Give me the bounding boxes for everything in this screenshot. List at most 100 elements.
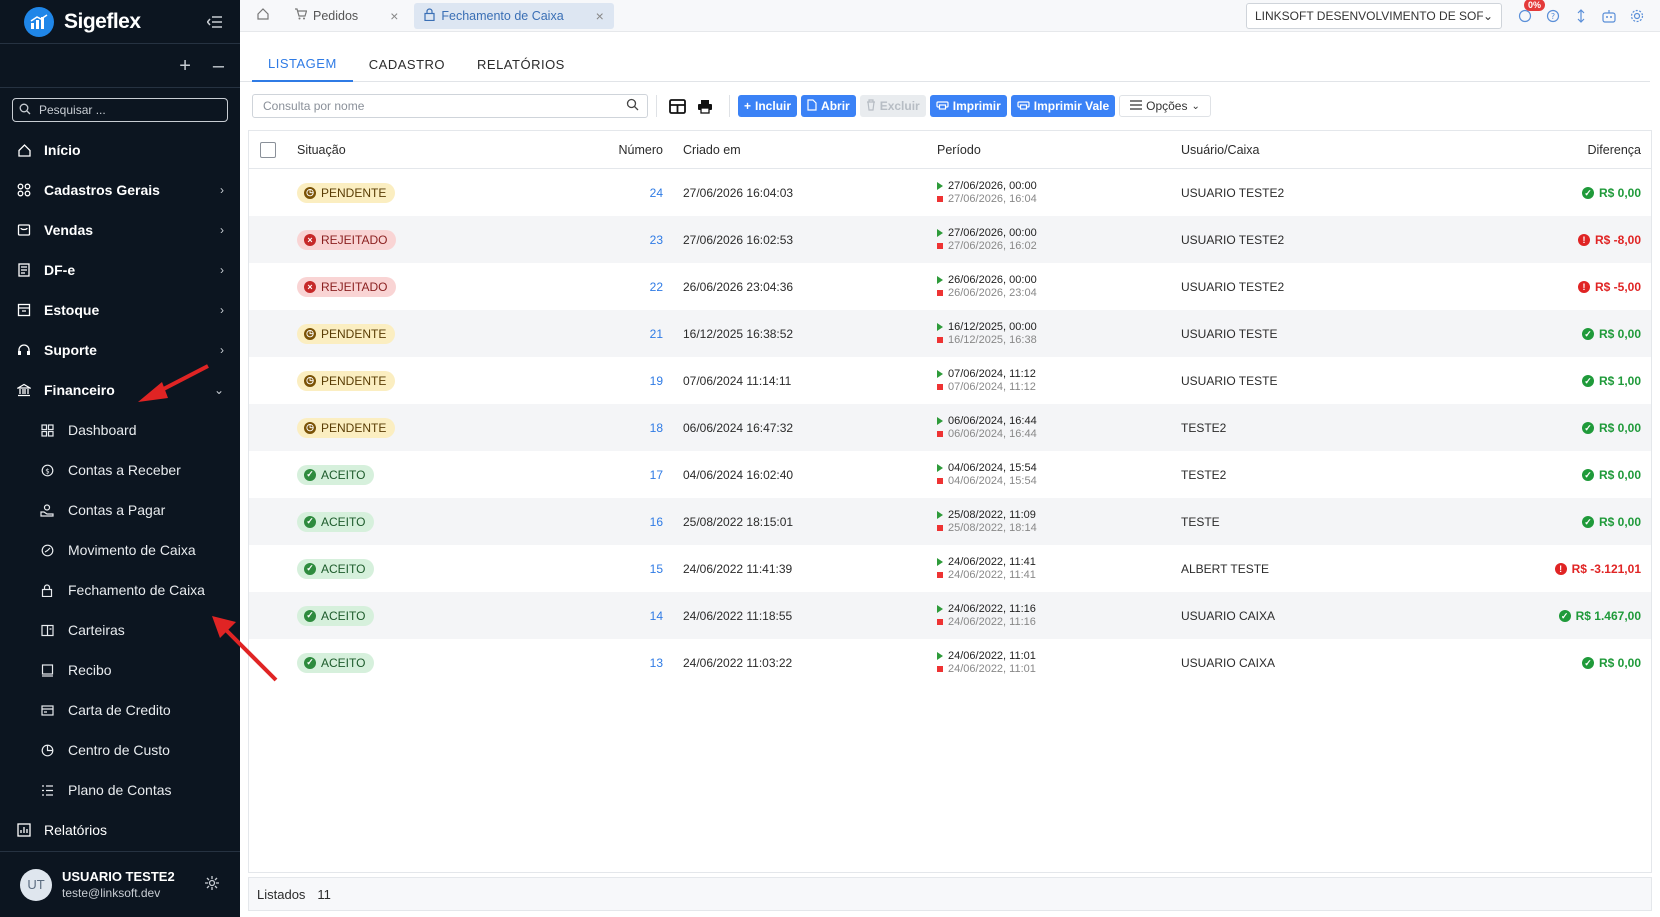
table-row[interactable]: ✓ ACEITO 13 24/06/2022 11:03:22 24/06/2022, …: [249, 639, 1651, 686]
sidebar-subitem-fechamento-de-caixa[interactable]: Fechamento de Caixa: [0, 570, 240, 610]
tab-pedidos[interactable]: Pedidos ×: [284, 3, 408, 29]
status-label: ACEITO: [321, 655, 366, 670]
sort-icon[interactable]: [1572, 7, 1590, 25]
table-row[interactable]: ✓ ACEITO 15 24/06/2022 11:41:39 24/06/2022, …: [249, 545, 1651, 592]
table-row[interactable]: ◷ PENDENTE 19 07/06/2024 11:14:11 07/06/2024…: [249, 357, 1651, 404]
sidebar-item-estoque[interactable]: Estoque ›: [0, 290, 240, 330]
tab-fechamento-de-caixa[interactable]: Fechamento de Caixa ×: [414, 2, 614, 29]
row-number-link[interactable]: 15: [650, 562, 663, 576]
table-row[interactable]: ✓ ACEITO 17 04/06/2024 16:02:40 04/06/2024, …: [249, 451, 1651, 498]
cart-icon: [16, 222, 32, 238]
sidebar-search[interactable]: [12, 98, 228, 122]
sidebar-subitem-plano-de-contas[interactable]: Plano de Contas: [0, 770, 240, 810]
sidebar-item-financeiro[interactable]: Financeiro ⌄: [0, 370, 240, 410]
include-button[interactable]: + Incluir: [738, 95, 798, 117]
row-number-link[interactable]: 16: [650, 515, 663, 529]
sidebar-subitem-contas-a-pagar[interactable]: Contas a Pagar: [0, 490, 240, 530]
tab-listagem[interactable]: LISTAGEM: [252, 46, 353, 82]
sidebar-subitem-recibo[interactable]: Recibo: [0, 650, 240, 690]
user-panel[interactable]: UT USUARIO TESTE2 teste@linksoft.dev: [0, 851, 240, 917]
sidebar-subitem-carta-de-credito[interactable]: Carta de Credito: [0, 690, 240, 730]
sidebar-item-relatorios[interactable]: Relatórios: [0, 810, 240, 850]
sidebar-item-vendas[interactable]: Vendas ›: [0, 210, 240, 250]
sidebar-item-suporte[interactable]: Suporte ›: [0, 330, 240, 370]
row-number-link[interactable]: 22: [650, 280, 663, 294]
close-tab-icon[interactable]: ×: [390, 8, 398, 24]
period-start: 26/06/2026, 00:00: [948, 273, 1037, 286]
table-row[interactable]: ◷ PENDENTE 18 06/06/2024 16:47:32 06/06/2024…: [249, 404, 1651, 451]
top-icons: 0% ?: [1516, 0, 1646, 32]
status-label: ACEITO: [321, 467, 366, 482]
zoom-in-icon[interactable]: +: [179, 56, 191, 76]
header-periodo[interactable]: Período: [937, 143, 1181, 157]
sidebar-item-df-e[interactable]: DF-e ›: [0, 250, 240, 290]
status-badge: ✓ ACEITO: [297, 464, 375, 485]
header-numero[interactable]: Número: [575, 143, 663, 157]
collapse-sidebar-icon[interactable]: [204, 11, 226, 33]
row-number-link[interactable]: 21: [650, 327, 663, 341]
sidebar-item-cadastros-gerais[interactable]: Cadastros Gerais ›: [0, 170, 240, 210]
table-row[interactable]: ✓ ACEITO 16 25/08/2022 18:15:01 25/08/2022, …: [249, 498, 1651, 545]
period-start-icon: [937, 229, 943, 237]
row-difference: ✓ R$ 0,00: [1581, 656, 1641, 670]
row-number-link[interactable]: 17: [650, 468, 663, 482]
difference-value: R$ 0,00: [1598, 421, 1641, 436]
header-diferenca[interactable]: Diferença: [1481, 143, 1651, 157]
print-voucher-button[interactable]: Imprimir Vale: [1010, 95, 1116, 117]
row-period: 04/06/2024, 15:54 04/06/2024, 15:54: [937, 462, 1181, 488]
toolbar: + Incluir Abrir Excluir Imprimir Imprimi…: [252, 93, 1652, 119]
table-row[interactable]: ◷ PENDENTE 21 16/12/2025 16:38:52 16/12/2025…: [249, 310, 1651, 357]
header-usuario-caixa[interactable]: Usuário/Caixa: [1181, 143, 1481, 157]
row-created-at: 06/06/2024 16:47:32: [683, 420, 794, 435]
search-icon[interactable]: [626, 98, 639, 114]
sidebar-subitem-movimento-de-caixa[interactable]: Movimento de Caixa: [0, 530, 240, 570]
table-view-icon[interactable]: [665, 94, 689, 118]
row-number-link[interactable]: 14: [650, 609, 663, 623]
table-row[interactable]: ◷ PENDENTE 24 27/06/2026 16:04:03 27/06/2026…: [249, 169, 1651, 216]
chevron-right-icon: ›: [220, 303, 224, 317]
status-icon: ◷: [304, 421, 316, 434]
row-number-link[interactable]: 24: [650, 186, 663, 200]
query-box[interactable]: [252, 94, 648, 118]
open-button[interactable]: Abrir: [801, 95, 856, 117]
sidebar-subitem-centro-de-custo[interactable]: Centro de Custo: [0, 730, 240, 770]
options-button[interactable]: Opções ⌄: [1119, 95, 1211, 117]
help-icon[interactable]: ?: [1544, 7, 1562, 25]
row-number-link[interactable]: 13: [650, 656, 663, 670]
reports-nav: Relatórios: [0, 810, 240, 850]
row-number-link[interactable]: 19: [650, 374, 663, 388]
print-button[interactable]: Imprimir: [929, 95, 1007, 117]
home-tab[interactable]: [248, 7, 278, 24]
row-number-link[interactable]: 18: [650, 421, 663, 435]
table-row[interactable]: ✓ ACEITO 14 24/06/2022 11:18:55 24/06/2022, …: [249, 592, 1651, 639]
close-tab-icon[interactable]: ×: [596, 8, 604, 24]
sidebar-search-input[interactable]: [37, 102, 217, 118]
printer-icon[interactable]: [693, 94, 717, 118]
select-all-checkbox[interactable]: [260, 141, 276, 158]
zoom-out-icon[interactable]: –: [213, 56, 224, 76]
sidebar-subitem-dashboard[interactable]: Dashboard: [0, 410, 240, 450]
table-row[interactable]: × REJEITADO 23 27/06/2026 16:02:53 27/06/202…: [249, 216, 1651, 263]
header-criado-em[interactable]: Criado em: [663, 143, 937, 157]
status-icon: ◷: [304, 374, 316, 387]
user-settings-icon[interactable]: [204, 875, 220, 894]
robot-icon[interactable]: [1600, 7, 1618, 25]
sidebar-item-label: Cadastros Gerais: [44, 182, 160, 198]
query-input[interactable]: [261, 98, 626, 114]
company-select[interactable]: LINKSOFT DESENVOLVIMENTO DE SOFT... ⌄: [1246, 3, 1502, 29]
header-situacao[interactable]: Situação: [287, 143, 575, 157]
main-nav: Início Cadastros Gerais › Vendas › DF-e › Estoq…: [0, 130, 240, 410]
row-number-link[interactable]: 23: [650, 233, 663, 247]
sidebar-item-inicio[interactable]: Início: [0, 130, 240, 170]
delete-button[interactable]: Excluir: [859, 95, 926, 117]
row-user: USUARIO TESTE: [1181, 373, 1278, 388]
status-icon: ✓: [304, 515, 316, 528]
notifications-icon[interactable]: 0%: [1516, 0, 1546, 25]
status-badge: ✓ ACEITO: [297, 511, 375, 532]
tab-relatorios[interactable]: RELATÓRIOS: [461, 46, 581, 82]
table-row[interactable]: × REJEITADO 22 26/06/2026 23:04:36 26/06/202…: [249, 263, 1651, 310]
sidebar-subitem-carteiras[interactable]: Carteiras: [0, 610, 240, 650]
sidebar-subitem-contas-a-receber[interactable]: $ Contas a Receber: [0, 450, 240, 490]
gear-icon[interactable]: [1628, 7, 1646, 25]
tab-cadastro[interactable]: CADASTRO: [353, 46, 461, 82]
